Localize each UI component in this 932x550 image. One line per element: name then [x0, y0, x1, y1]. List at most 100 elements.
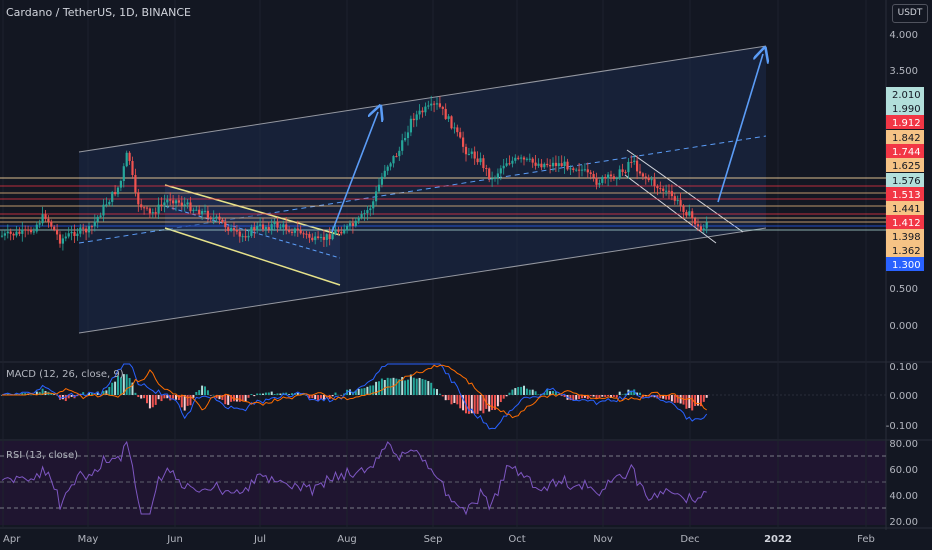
- macd-histogram-bar: [514, 388, 517, 395]
- macd-histogram-bar: [505, 395, 508, 397]
- macd-histogram-bar: [615, 395, 618, 398]
- macd-histogram-bar: [64, 395, 67, 402]
- macd-histogram-bar: [421, 378, 424, 395]
- macd-histogram-bar: [491, 395, 494, 410]
- macd-histogram-bar: [279, 393, 282, 395]
- price-tag-text: 1.576: [892, 176, 921, 187]
- macd-histogram-bar: [186, 395, 189, 406]
- macd-histogram-bar: [444, 395, 447, 401]
- price-tick-label: 0.000: [889, 321, 918, 332]
- rsi-axis: 80.00 60.00 40.00 20.00: [889, 439, 918, 528]
- macd-histogram-bar: [418, 377, 421, 395]
- price-tag-text: 1.362: [892, 246, 921, 257]
- macd-histogram-bar: [256, 393, 259, 395]
- chart-title[interactable]: Cardano / TetherUS, 1D, BINANCE: [6, 6, 191, 19]
- rsi-label[interactable]: RSI (13, close): [6, 450, 78, 461]
- currency-button[interactable]: USDT: [892, 4, 928, 23]
- macd-histogram-bar: [143, 395, 146, 399]
- price-tag-text: 1.990: [892, 104, 921, 115]
- macd-histogram-bar: [314, 395, 317, 400]
- price-level-tag: 1.412: [886, 215, 924, 229]
- macd-histogram-bar: [447, 395, 450, 401]
- macd-histogram-bar: [459, 395, 462, 409]
- time-tick-label: Aug: [337, 534, 357, 545]
- macd-histogram-bar: [238, 395, 241, 402]
- macd-histogram-bar: [360, 388, 363, 395]
- price-tag-text: 1.398: [892, 232, 921, 243]
- macd-tick-label: 0.100: [889, 362, 918, 373]
- macd-pane[interactable]: [0, 362, 886, 440]
- macd-histogram-bar: [276, 393, 279, 395]
- time-tick-label: May: [78, 534, 99, 545]
- macd-histogram-bar: [151, 395, 154, 408]
- rsi-tick-label: 20.00: [889, 517, 918, 528]
- macd-histogram-bar: [241, 395, 244, 401]
- macd-histogram-bar: [621, 394, 624, 395]
- price-tag-text: 2.010: [892, 90, 921, 101]
- macd-histogram-bar: [517, 387, 520, 395]
- macd-histogram-bar: [578, 395, 581, 400]
- rsi-tick-label: 60.00: [889, 465, 918, 476]
- macd-histogram-bar: [685, 395, 688, 409]
- macd-histogram-bar: [604, 395, 607, 397]
- rsi-tick-label: 40.00: [889, 491, 918, 502]
- time-axis[interactable]: Apr May Jun Jul Aug Sep Oct Nov Dec 2022 Feb: [3, 534, 875, 545]
- price-level-tag: 1.625: [886, 158, 924, 172]
- macd-histogram-bar: [598, 395, 601, 398]
- candle: [450, 115, 453, 130]
- price-tag-text: 1.744: [892, 147, 921, 158]
- time-tick-label: Nov: [593, 534, 613, 545]
- macd-histogram-bar: [479, 395, 482, 411]
- macd-histogram-bar: [163, 395, 166, 399]
- macd-histogram-bar: [508, 392, 511, 395]
- macd-histogram-bar: [175, 395, 177, 400]
- macd-histogram-bar: [534, 391, 537, 395]
- macd-histogram-bar: [450, 395, 453, 405]
- price-tag-text: 1.412: [892, 218, 921, 229]
- time-tick-label: Sep: [424, 534, 443, 545]
- macd-histogram-bar: [148, 395, 151, 409]
- price-level-tag: 1.912: [886, 115, 924, 129]
- macd-histogram-bar: [688, 395, 691, 409]
- macd-label[interactable]: MACD (12, 26, close, 9): [6, 369, 124, 380]
- macd-tick-label: 0.000: [889, 391, 918, 402]
- macd-histogram-bar: [70, 395, 73, 397]
- macd-histogram-bar: [537, 394, 540, 395]
- price-level-tag: 1.398: [886, 229, 924, 243]
- macd-histogram-bar: [140, 395, 143, 399]
- time-tick-label: Oct: [508, 534, 525, 545]
- macd-histogram-bar: [212, 394, 215, 396]
- macd-histogram-bar: [134, 392, 137, 395]
- macd-histogram-bar: [453, 395, 456, 403]
- macd-histogram-bar: [499, 395, 502, 403]
- macd-histogram-bar: [415, 378, 418, 395]
- macd-histogram-bar: [172, 395, 175, 399]
- macd-histogram-bar: [378, 381, 380, 395]
- price-level-tag: 1.576: [886, 173, 924, 187]
- macd-histogram-bar: [473, 395, 476, 414]
- time-tick-label: Dec: [680, 534, 699, 545]
- macd-histogram-bar: [137, 395, 140, 398]
- macd-histogram-bar: [673, 395, 676, 403]
- macd-histogram-bar: [412, 377, 415, 395]
- macd-histogram-bar: [224, 395, 227, 405]
- price-level-tag: 1.842: [886, 130, 924, 144]
- macd-histogram-bar: [488, 395, 491, 412]
- rsi-tick-label: 80.00: [889, 439, 918, 450]
- price-tag-text: 1.300: [892, 260, 921, 271]
- macd-histogram-bar: [575, 395, 578, 400]
- macd-histogram-bar: [195, 391, 198, 395]
- price-tag-text: 1.441: [892, 204, 921, 215]
- macd-histogram-bar: [108, 386, 111, 395]
- chart-canvas[interactable]: 4.000 3.500 0.500 0.000 2.010 1.990 1.912 1.84…: [0, 0, 932, 550]
- macd-histogram-bar: [424, 379, 427, 395]
- time-tick-label: 2022: [764, 534, 792, 545]
- macd-histogram-bar: [227, 395, 230, 405]
- macd-histogram-bar: [204, 386, 206, 395]
- macd-histogram-bar: [357, 388, 360, 395]
- price-level-tags: 2.010 1.990 1.912 1.842 1.744 1.625 1.576 1.513…: [886, 87, 924, 271]
- macd-histogram-bar: [694, 395, 697, 407]
- macd-histogram-bar: [244, 395, 247, 402]
- macd-histogram-bar: [531, 389, 534, 395]
- candle: [125, 150, 128, 168]
